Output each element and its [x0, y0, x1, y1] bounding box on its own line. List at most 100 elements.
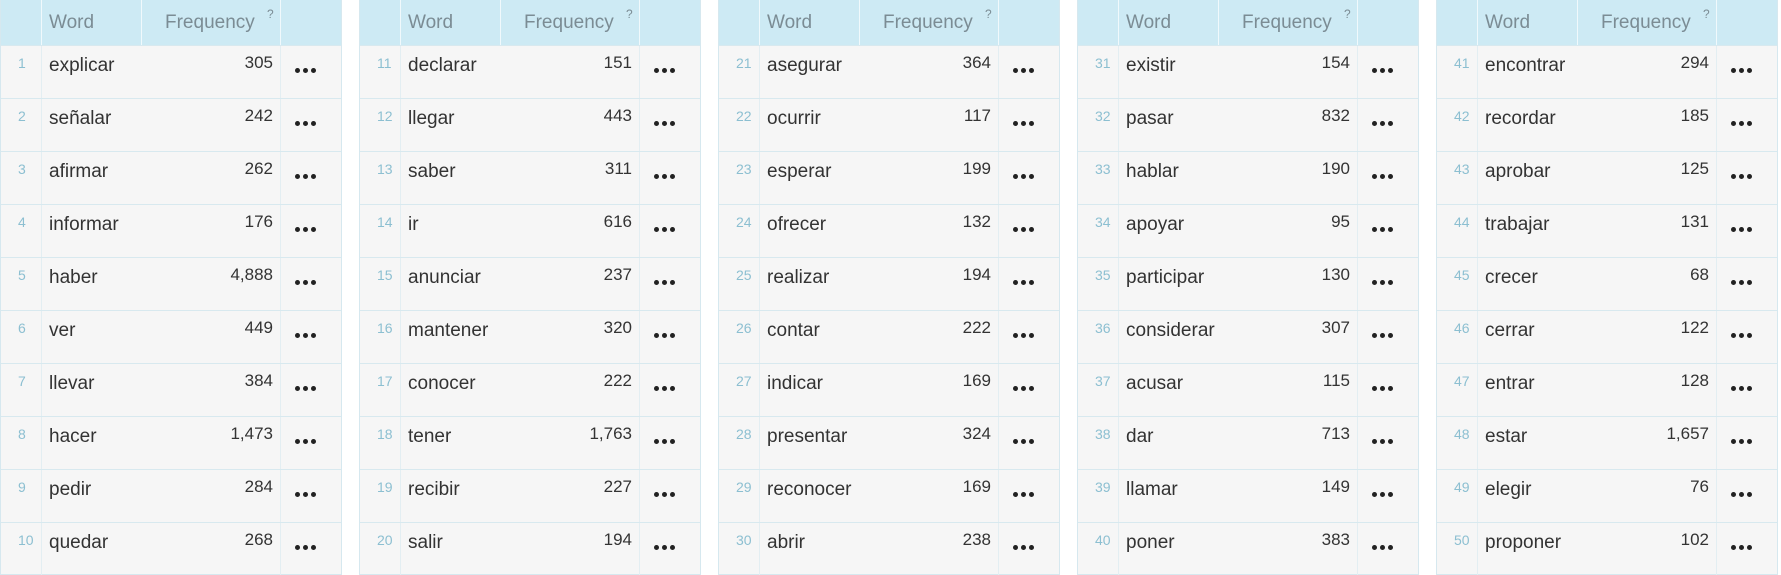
more-horizontal-icon[interactable]: [1729, 325, 1755, 345]
row-word[interactable]: abrir: [767, 532, 805, 554]
column-header-frequency[interactable]: Frequency: [165, 12, 255, 34]
more-horizontal-icon[interactable]: [1011, 113, 1037, 133]
row-word[interactable]: esperar: [767, 161, 831, 183]
row-word[interactable]: existir: [1126, 55, 1176, 77]
more-horizontal-icon[interactable]: [1011, 325, 1037, 345]
row-word[interactable]: salir: [408, 532, 443, 554]
more-horizontal-icon[interactable]: [293, 60, 319, 80]
column-header-frequency[interactable]: Frequency: [883, 12, 973, 34]
row-word[interactable]: trabajar: [1485, 214, 1549, 236]
row-word[interactable]: estar: [1485, 426, 1527, 448]
more-horizontal-icon[interactable]: [1370, 166, 1396, 186]
row-word[interactable]: señalar: [49, 108, 111, 130]
more-horizontal-icon[interactable]: [652, 537, 678, 557]
row-word[interactable]: anunciar: [408, 267, 481, 289]
more-horizontal-icon[interactable]: [652, 113, 678, 133]
column-header-frequency[interactable]: Frequency: [1242, 12, 1332, 34]
more-horizontal-icon[interactable]: [293, 431, 319, 451]
row-word[interactable]: ofrecer: [767, 214, 826, 236]
more-horizontal-icon[interactable]: [1729, 272, 1755, 292]
more-horizontal-icon[interactable]: [1011, 60, 1037, 80]
row-word[interactable]: elegir: [1485, 479, 1531, 501]
column-header-word[interactable]: Word: [1126, 12, 1171, 34]
frequency-help-icon[interactable]: ?: [985, 7, 992, 21]
more-horizontal-icon[interactable]: [1370, 272, 1396, 292]
row-word[interactable]: quedar: [49, 532, 108, 554]
row-word[interactable]: conocer: [408, 373, 476, 395]
more-horizontal-icon[interactable]: [293, 325, 319, 345]
more-horizontal-icon[interactable]: [1370, 60, 1396, 80]
more-horizontal-icon[interactable]: [1011, 484, 1037, 504]
row-word[interactable]: haber: [49, 267, 98, 289]
more-horizontal-icon[interactable]: [652, 431, 678, 451]
row-word[interactable]: realizar: [767, 267, 829, 289]
column-header-frequency[interactable]: Frequency: [1601, 12, 1691, 34]
row-word[interactable]: tener: [408, 426, 451, 448]
row-word[interactable]: indicar: [767, 373, 823, 395]
more-horizontal-icon[interactable]: [1011, 166, 1037, 186]
more-horizontal-icon[interactable]: [1011, 219, 1037, 239]
row-word[interactable]: pasar: [1126, 108, 1174, 130]
row-word[interactable]: ocurrir: [767, 108, 821, 130]
more-horizontal-icon[interactable]: [652, 272, 678, 292]
more-horizontal-icon[interactable]: [1011, 537, 1037, 557]
row-word[interactable]: acusar: [1126, 373, 1183, 395]
more-horizontal-icon[interactable]: [1370, 537, 1396, 557]
row-word[interactable]: proponer: [1485, 532, 1561, 554]
frequency-help-icon[interactable]: ?: [626, 7, 633, 21]
column-header-word[interactable]: Word: [767, 12, 812, 34]
more-horizontal-icon[interactable]: [293, 378, 319, 398]
row-word[interactable]: declarar: [408, 55, 477, 77]
row-word[interactable]: asegurar: [767, 55, 842, 77]
more-horizontal-icon[interactable]: [1729, 219, 1755, 239]
row-word[interactable]: recibir: [408, 479, 460, 501]
row-word[interactable]: poner: [1126, 532, 1175, 554]
row-word[interactable]: llamar: [1126, 479, 1178, 501]
more-horizontal-icon[interactable]: [652, 166, 678, 186]
more-horizontal-icon[interactable]: [652, 60, 678, 80]
row-word[interactable]: informar: [49, 214, 119, 236]
row-word[interactable]: llevar: [49, 373, 94, 395]
row-word[interactable]: aprobar: [1485, 161, 1551, 183]
more-horizontal-icon[interactable]: [1370, 484, 1396, 504]
row-word[interactable]: hacer: [49, 426, 97, 448]
column-header-word[interactable]: Word: [1485, 12, 1530, 34]
more-horizontal-icon[interactable]: [1729, 537, 1755, 557]
more-horizontal-icon[interactable]: [293, 113, 319, 133]
row-word[interactable]: hablar: [1126, 161, 1179, 183]
more-horizontal-icon[interactable]: [1011, 378, 1037, 398]
more-horizontal-icon[interactable]: [652, 325, 678, 345]
row-word[interactable]: ver: [49, 320, 75, 342]
row-word[interactable]: ir: [408, 214, 419, 236]
more-horizontal-icon[interactable]: [293, 166, 319, 186]
more-horizontal-icon[interactable]: [1370, 431, 1396, 451]
more-horizontal-icon[interactable]: [1729, 484, 1755, 504]
more-horizontal-icon[interactable]: [1370, 113, 1396, 133]
column-header-word[interactable]: Word: [408, 12, 453, 34]
more-horizontal-icon[interactable]: [293, 484, 319, 504]
more-horizontal-icon[interactable]: [1370, 219, 1396, 239]
more-horizontal-icon[interactable]: [652, 484, 678, 504]
row-word[interactable]: entrar: [1485, 373, 1535, 395]
more-horizontal-icon[interactable]: [1729, 166, 1755, 186]
more-horizontal-icon[interactable]: [1729, 431, 1755, 451]
column-header-word[interactable]: Word: [49, 12, 94, 34]
row-word[interactable]: contar: [767, 320, 820, 342]
frequency-help-icon[interactable]: ?: [267, 7, 274, 21]
row-word[interactable]: pedir: [49, 479, 91, 501]
row-word[interactable]: considerar: [1126, 320, 1215, 342]
row-word[interactable]: afirmar: [49, 161, 108, 183]
frequency-help-icon[interactable]: ?: [1344, 7, 1351, 21]
frequency-help-icon[interactable]: ?: [1703, 7, 1710, 21]
more-horizontal-icon[interactable]: [652, 378, 678, 398]
row-word[interactable]: reconocer: [767, 479, 852, 501]
row-word[interactable]: encontrar: [1485, 55, 1565, 77]
more-horizontal-icon[interactable]: [293, 219, 319, 239]
more-horizontal-icon[interactable]: [1729, 113, 1755, 133]
more-horizontal-icon[interactable]: [1011, 431, 1037, 451]
row-word[interactable]: mantener: [408, 320, 488, 342]
row-word[interactable]: apoyar: [1126, 214, 1184, 236]
row-word[interactable]: explicar: [49, 55, 114, 77]
row-word[interactable]: crecer: [1485, 267, 1538, 289]
row-word[interactable]: participar: [1126, 267, 1204, 289]
